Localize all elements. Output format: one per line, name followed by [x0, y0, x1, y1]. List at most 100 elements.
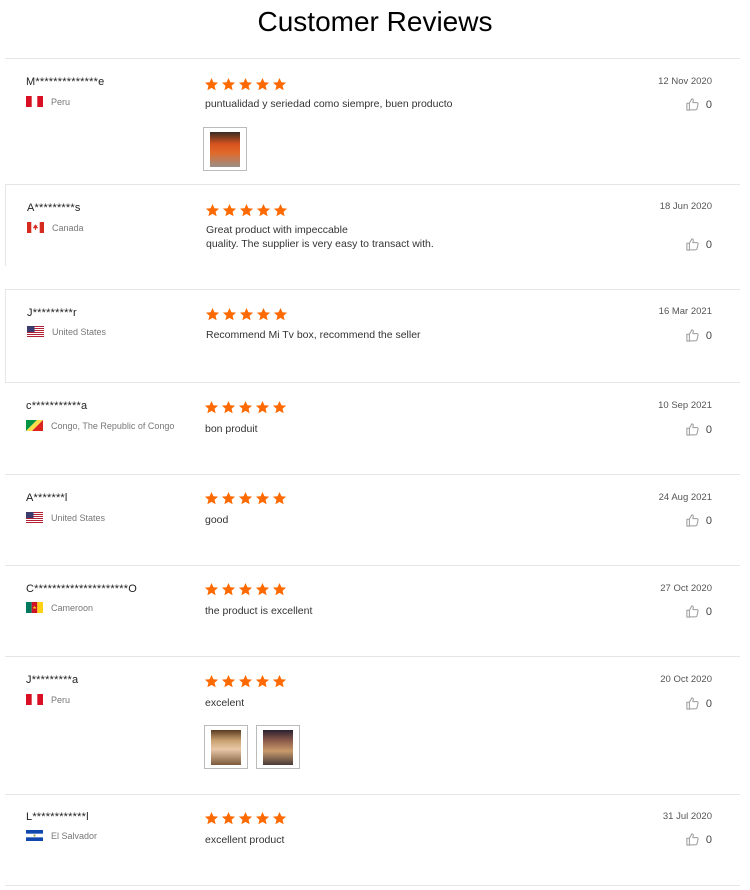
star-icon — [238, 582, 253, 596]
country-name: El Salvador — [51, 830, 98, 841]
usa-flag-icon — [27, 326, 44, 337]
reviewer-country: Peru — [26, 96, 70, 107]
review-date: 16 Mar 2021 — [658, 306, 712, 317]
star-icon — [255, 491, 270, 505]
review-date: 10 Sep 2021 — [658, 400, 712, 411]
like-count: 0 — [705, 423, 712, 436]
review-text: Recommend Mi Tv box, recommend the selle… — [206, 329, 421, 341]
like-count: 0 — [705, 697, 712, 710]
star-icon — [272, 400, 287, 414]
review-photo[interactable] — [204, 725, 248, 769]
star-icon — [238, 674, 253, 688]
star-icon — [221, 811, 236, 825]
congo-flag-icon — [26, 420, 43, 431]
review-item: L************l El Salvador excellent pro… — [5, 794, 740, 886]
rating-stars — [205, 307, 288, 322]
star-icon — [221, 77, 236, 91]
like-button[interactable]: 0 — [685, 696, 712, 711]
reviewer-country: Congo, The Republic of Congo — [26, 420, 174, 431]
review-photo[interactable] — [256, 725, 300, 769]
star-icon — [222, 203, 237, 217]
thumbs-up-icon — [686, 514, 699, 527]
star-icon — [204, 582, 219, 596]
star-icon — [255, 674, 270, 688]
star-icon — [221, 491, 236, 505]
rating-stars — [204, 811, 287, 826]
like-button[interactable]: 0 — [685, 832, 712, 847]
review-date: 18 Jun 2020 — [659, 201, 712, 212]
thumbs-up-icon — [686, 605, 699, 618]
review-text: puntualidad y seriedad como siempre, bue… — [205, 98, 453, 110]
review-photo[interactable] — [203, 127, 247, 171]
like-count: 0 — [705, 98, 712, 111]
cameroon-flag-icon — [26, 602, 43, 613]
thumbs-up-icon — [686, 697, 699, 710]
country-name: Congo, The Republic of Congo — [51, 420, 175, 431]
review-text: excelent — [205, 697, 245, 709]
page-title: Customer Reviews — [257, 6, 493, 37]
review-date: 20 Oct 2020 — [660, 674, 712, 685]
reviewer-name: A*******l — [26, 492, 68, 504]
review-item: J*********r United States Recommend Mi T… — [5, 289, 740, 382]
review-text: Great product with impeccable quality. T… — [206, 224, 434, 250]
review-item: A*********s Canada Great product with im… — [5, 184, 740, 266]
reviewer-name: J*********r — [27, 307, 77, 319]
star-icon — [272, 674, 287, 688]
star-icon — [272, 77, 287, 91]
star-icon — [221, 582, 236, 596]
star-icon — [222, 307, 237, 321]
star-icon — [272, 491, 287, 505]
review-text: the product is excellent — [205, 605, 313, 617]
review-item: J*********a Peru excelent 20 Oct 2020 0 — [5, 656, 740, 794]
reviewer-name: c***********a — [26, 400, 88, 412]
reviewer-country: United States — [26, 512, 105, 523]
rating-stars — [205, 203, 288, 218]
like-button[interactable]: 0 — [685, 97, 712, 112]
star-icon — [205, 203, 220, 217]
like-count: 0 — [705, 605, 712, 618]
star-icon — [221, 400, 236, 414]
star-icon — [255, 811, 270, 825]
like-button[interactable]: 0 — [685, 328, 712, 343]
country-name: Cameroon — [51, 602, 94, 613]
like-count: 0 — [705, 514, 712, 527]
star-icon — [255, 582, 270, 596]
thumbs-up-icon — [686, 833, 699, 846]
country-name: United States — [51, 512, 106, 523]
reviewer-country: El Salvador — [26, 830, 97, 841]
like-button[interactable]: 0 — [685, 422, 712, 437]
reviewer-name: M**************e — [26, 76, 105, 88]
review-date: 27 Oct 2020 — [660, 583, 712, 594]
rating-stars — [204, 582, 287, 597]
star-icon — [272, 811, 287, 825]
review-date: 12 Nov 2020 — [658, 76, 712, 87]
reviewer-country: Peru — [26, 694, 70, 705]
review-item: C*********************O Cameroon the pro… — [5, 565, 740, 656]
like-count: 0 — [705, 238, 712, 251]
star-icon — [221, 674, 236, 688]
like-count: 0 — [705, 329, 712, 342]
review-item: A*******l United States good 24 Aug 2021… — [5, 474, 740, 565]
reviewer-name: A*********s — [27, 202, 81, 214]
review-item: M**************e Peru puntualidad y seri… — [5, 58, 740, 184]
like-button[interactable]: 0 — [685, 513, 712, 528]
rating-stars — [204, 77, 287, 92]
star-icon — [204, 674, 219, 688]
star-icon — [256, 307, 271, 321]
thumbs-up-icon — [686, 423, 699, 436]
star-icon — [239, 203, 254, 217]
star-icon — [273, 203, 288, 217]
star-icon — [272, 582, 287, 596]
like-button[interactable]: 0 — [685, 237, 712, 252]
like-button[interactable]: 0 — [685, 604, 712, 619]
star-icon — [204, 400, 219, 414]
country-name: United States — [52, 326, 107, 337]
star-icon — [256, 203, 271, 217]
review-date: 31 Jul 2020 — [662, 811, 712, 822]
like-count: 0 — [705, 833, 712, 846]
star-icon — [239, 307, 254, 321]
star-icon — [238, 77, 253, 91]
rating-stars — [204, 674, 287, 689]
reviewer-name: C*********************O — [26, 583, 137, 595]
country-name: Peru — [51, 694, 71, 705]
